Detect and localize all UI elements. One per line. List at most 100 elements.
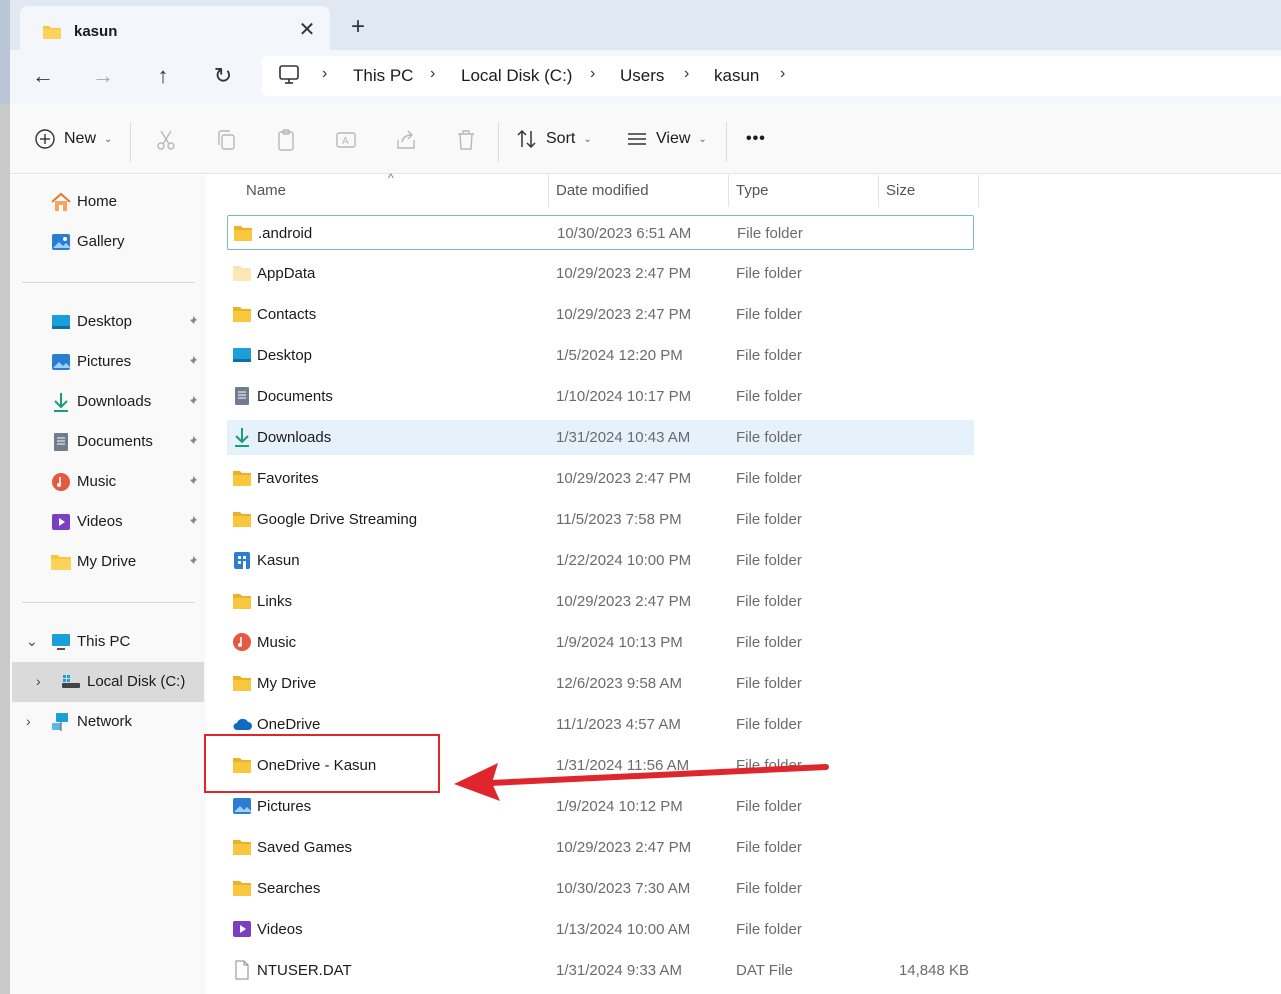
file-row[interactable]: Downloads 1/31/2024 10:43 AM File folder — [227, 420, 974, 455]
computer-icon — [52, 634, 70, 650]
downloads-icon — [235, 428, 249, 447]
file-name: Documents — [257, 388, 333, 405]
column-size[interactable]: Size — [886, 182, 915, 199]
breadcrumb-chevron[interactable]: › — [322, 65, 327, 83]
chevron-right-icon[interactable]: › — [26, 713, 31, 729]
desktop-edge — [0, 0, 10, 994]
breadcrumb-kasun[interactable]: kasun — [714, 66, 759, 86]
breadcrumb-local-disk[interactable]: Local Disk (C:) — [461, 66, 572, 86]
breadcrumb-chevron[interactable]: › — [684, 65, 689, 83]
sidebar-item-label: Downloads — [77, 393, 152, 410]
folder-icon — [51, 555, 71, 570]
sort-button[interactable]: Sort ⌄ — [516, 124, 592, 154]
sidebar-item-gallery[interactable]: Gallery — [10, 222, 206, 262]
file-row[interactable]: NTUSER.DAT 1/31/2024 9:33 AM DAT File 14,84… — [227, 953, 974, 988]
breadcrumb-chevron[interactable]: › — [590, 65, 595, 83]
file-row[interactable]: Music 1/9/2024 10:13 PM File folder — [227, 625, 974, 660]
file-row[interactable]: .android 10/30/2023 6:51 AM File folder — [227, 215, 974, 250]
file-date-modified: 12/6/2023 9:58 AM — [556, 675, 682, 692]
desktop-icon — [233, 348, 251, 362]
documents-icon — [54, 433, 68, 451]
back-button[interactable]: ← — [28, 62, 58, 92]
file-date-modified: 10/29/2023 2:47 PM — [556, 306, 692, 323]
copy-icon[interactable] — [214, 128, 238, 152]
sidebar-item-my-drive[interactable]: My Drive — [10, 542, 206, 582]
file-type: File folder — [736, 306, 802, 323]
file-row[interactable]: Favorites 10/29/2023 2:47 PM File folder — [227, 461, 974, 496]
paste-icon[interactable] — [274, 128, 298, 152]
close-tab-button[interactable]: ✕ — [294, 17, 320, 43]
pin-icon[interactable] — [186, 555, 200, 569]
breadcrumb-chevron[interactable]: › — [430, 65, 435, 83]
folder-icon — [233, 307, 251, 322]
forward-button[interactable]: → — [88, 62, 118, 92]
sidebar-item-home[interactable]: Home — [10, 182, 206, 222]
sidebar-item-local-disk[interactable]: › Local Disk (C:) — [12, 662, 204, 702]
pin-icon[interactable] — [186, 435, 200, 449]
file-row[interactable]: Videos 1/13/2024 10:00 AM File folder — [227, 912, 974, 947]
sidebar-item-videos[interactable]: Videos — [10, 502, 206, 542]
chevron-down-icon: ⌄ — [104, 133, 113, 145]
file-date-modified: 1/13/2024 10:00 AM — [556, 921, 691, 938]
building-icon — [234, 552, 250, 569]
column-type[interactable]: Type — [736, 182, 769, 199]
chevron-right-icon[interactable]: › — [36, 673, 41, 689]
music-icon — [233, 633, 251, 651]
delete-icon[interactable] — [454, 128, 478, 152]
file-row[interactable]: Saved Games 10/29/2023 2:47 PM File folder — [227, 830, 974, 865]
chevron-down-icon[interactable]: ⌄ — [26, 633, 38, 650]
file-type: File folder — [736, 593, 802, 610]
more-options-button[interactable]: ••• — [746, 124, 766, 154]
file-row[interactable]: Desktop 1/5/2024 12:20 PM File folder — [227, 338, 974, 373]
sidebar-item-this-pc[interactable]: ⌄ This PC — [10, 622, 206, 662]
sidebar-item-network[interactable]: › Network — [10, 702, 206, 742]
rename-icon[interactable]: A — [334, 128, 358, 152]
new-tab-button[interactable]: + — [343, 13, 373, 43]
breadcrumb-users[interactable]: Users — [620, 66, 664, 86]
file-name: NTUSER.DAT — [257, 962, 352, 979]
annotation-arrow-icon — [454, 763, 829, 801]
column-name[interactable]: Name — [246, 182, 286, 199]
sidebar-item-label: Videos — [77, 513, 123, 530]
file-row[interactable]: Google Drive Streaming 11/5/2023 7:58 PM F… — [227, 502, 974, 537]
pin-icon[interactable] — [186, 475, 200, 489]
title-bar: kasun ✕ + — [10, 0, 1281, 50]
refresh-button[interactable]: ↻ — [208, 62, 238, 92]
file-row[interactable]: Kasun 1/22/2024 10:00 PM File folder — [227, 543, 974, 578]
sidebar-item-desktop[interactable]: Desktop — [10, 302, 206, 342]
sidebar-item-label: Gallery — [77, 233, 125, 250]
pin-icon[interactable] — [186, 395, 200, 409]
file-date-modified: 10/29/2023 2:47 PM — [556, 265, 692, 282]
file-row[interactable]: Links 10/29/2023 2:47 PM File folder — [227, 584, 974, 619]
breadcrumb-this-pc[interactable]: This PC — [353, 66, 413, 86]
pin-icon[interactable] — [186, 515, 200, 529]
cut-icon[interactable] — [154, 128, 178, 152]
address-bar[interactable]: › This PC › Local Disk (C:) › Users › ka… — [262, 56, 1281, 96]
view-button[interactable]: View ⌄ — [626, 124, 707, 154]
file-name: Links — [257, 593, 293, 610]
pin-icon[interactable] — [186, 355, 200, 369]
up-button[interactable]: ↑ — [148, 62, 178, 92]
gallery-icon — [52, 234, 70, 250]
pin-icon[interactable] — [186, 315, 200, 329]
file-row[interactable]: Documents 1/10/2024 10:17 PM File folder — [227, 379, 974, 414]
file-row[interactable]: My Drive 12/6/2023 9:58 AM File folder — [227, 666, 974, 701]
new-button[interactable]: New ⌄ — [34, 124, 112, 154]
file-icon — [235, 960, 249, 980]
file-row[interactable]: Searches 10/30/2023 7:30 AM File folder — [227, 871, 974, 906]
share-icon[interactable] — [394, 128, 418, 152]
file-row[interactable]: AppData 10/29/2023 2:47 PM File folder — [227, 256, 974, 291]
file-type: File folder — [737, 225, 803, 242]
breadcrumb-chevron[interactable]: › — [780, 65, 785, 83]
tab-kasun[interactable]: kasun ✕ — [20, 6, 330, 50]
folder-icon — [43, 26, 61, 39]
sidebar-item-downloads[interactable]: Downloads — [10, 382, 206, 422]
file-type: File folder — [736, 716, 802, 733]
sidebar-item-music[interactable]: Music — [10, 462, 206, 502]
column-date-modified[interactable]: Date modified — [556, 182, 649, 199]
sidebar-item-documents[interactable]: Documents — [10, 422, 206, 462]
file-row[interactable]: Contacts 10/29/2023 2:47 PM File folder — [227, 297, 974, 332]
drive-icon — [62, 675, 80, 688]
sidebar-item-pictures[interactable]: Pictures — [10, 342, 206, 382]
documents-icon — [235, 387, 249, 405]
